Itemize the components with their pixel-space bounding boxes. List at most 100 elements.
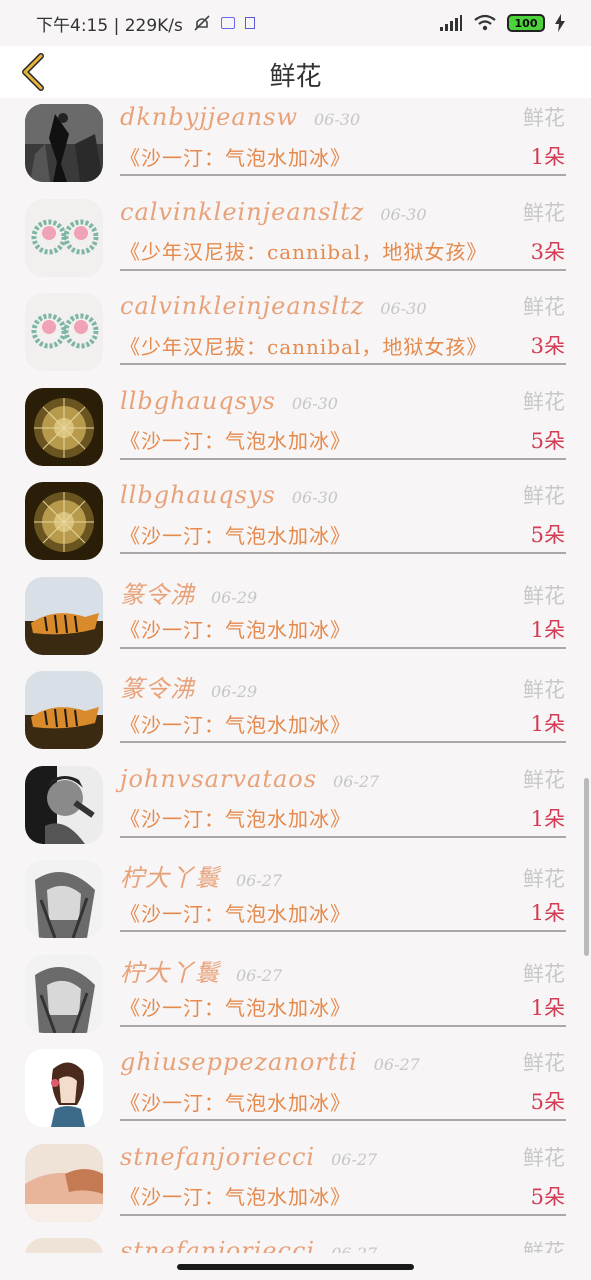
gift-type: 鲜花	[523, 484, 565, 508]
gift-type: 鲜花	[523, 1145, 565, 1170]
gift-quantity: 5朵	[530, 1184, 565, 1209]
gift-row[interactable]: ghiuseppezanortti 06-27 鲜花 《沙一汀：气泡水加冰》 5…	[0, 1043, 591, 1137]
song-line: 《沙一汀：气泡水加冰》 1朵	[120, 707, 565, 739]
gift-type: 鲜花	[523, 678, 565, 702]
avatar[interactable]	[25, 293, 103, 371]
song-line: 《沙一汀：气泡水加冰》 1朵	[120, 991, 565, 1023]
avatar[interactable]	[25, 1238, 103, 1253]
row-divider	[120, 1119, 566, 1121]
charging-icon	[555, 14, 565, 32]
avatar[interactable]	[25, 104, 103, 182]
home-indicator[interactable]	[177, 1264, 414, 1270]
song-title: 《少年汉尼拔：cannibal，地狱女孩》	[120, 334, 488, 359]
gift-row[interactable]: stnefanjoriecci 06-27 鲜花	[0, 1232, 591, 1253]
notification-icon	[220, 17, 235, 29]
sender-name[interactable]: ghiuseppezanortti	[120, 1048, 358, 1076]
gift-date: 06-29	[211, 587, 258, 607]
sender-name[interactable]: calvinkleinjeansltz	[120, 292, 364, 320]
row-divider	[120, 174, 566, 176]
name-line: 柠大丫鬟 06-27 鲜花	[120, 858, 565, 892]
sender-name[interactable]: 柠大丫鬟	[120, 953, 220, 988]
gift-quantity: 1朵	[530, 901, 565, 925]
name-line: johnvsarvataos 06-27 鲜花	[120, 764, 565, 798]
sender-name[interactable]: 篆令沸	[120, 669, 195, 704]
row-divider	[120, 268, 566, 271]
song-line: 《沙一汀：气泡水加冰》 1朵	[120, 896, 565, 928]
gift-date: 06-30	[380, 204, 427, 224]
gift-type: 鲜花	[523, 295, 565, 319]
gift-row[interactable]: llbghauqsys 06-30 鲜花 《沙一汀：气泡水加冰》 5朵	[0, 382, 591, 476]
gift-date: 06-27	[236, 965, 283, 985]
gift-quantity: 1朵	[530, 712, 565, 736]
scrollbar[interactable]	[584, 778, 589, 956]
gift-type: 鲜花	[523, 200, 565, 225]
sender-name[interactable]: stnefanjoriecci	[120, 1143, 315, 1171]
gift-row[interactable]: stnefanjoriecci 06-27 鲜花 《沙一汀：气泡水加冰》 5朵	[0, 1138, 591, 1232]
gift-row[interactable]: llbghauqsys 06-30 鲜花 《沙一汀：气泡水加冰》 5朵	[0, 476, 591, 570]
nav-bar: 鲜花	[0, 46, 591, 98]
name-line: 篆令沸 06-29 鲜花	[120, 575, 565, 609]
name-line: 柠大丫鬟 06-27 鲜花	[120, 953, 565, 987]
gift-quantity: 1朵	[530, 995, 565, 1020]
sender-name[interactable]: dknbyjjeansw	[120, 103, 298, 131]
status-left: 下午4:15 | 229K/s	[36, 11, 255, 36]
row-divider	[120, 1213, 566, 1216]
gift-row[interactable]: calvinkleinjeansltz 06-30 鲜花 《少年汉尼拔：cann…	[0, 287, 591, 381]
gift-quantity: 5朵	[530, 523, 565, 547]
gift-date: 06-30	[380, 299, 427, 318]
mute-icon	[194, 15, 210, 31]
avatar[interactable]	[25, 387, 103, 466]
avatar[interactable]	[25, 198, 103, 277]
gift-quantity: 1朵	[530, 145, 565, 169]
gift-date: 06-27	[236, 871, 283, 890]
gift-row[interactable]: johnvsarvataos 06-27 鲜花 《沙一汀：气泡水加冰》 1朵	[0, 760, 591, 854]
sender-name[interactable]: 篆令沸	[120, 575, 195, 610]
avatar[interactable]	[25, 576, 103, 655]
gift-row[interactable]: dknbyjjeansw 06-30 鲜花 《沙一汀：气泡水加冰》 1朵	[0, 98, 591, 192]
row-divider	[120, 552, 566, 554]
gift-row[interactable]: 柠大丫鬟 06-27 鲜花 《沙一汀：气泡水加冰》 1朵	[0, 949, 591, 1043]
avatar[interactable]	[25, 954, 103, 1033]
gift-row[interactable]: 篆令沸 06-29 鲜花 《沙一汀：气泡水加冰》 1朵	[0, 665, 591, 759]
page-title: 鲜花	[269, 62, 322, 92]
gift-date: 06-27	[331, 1149, 378, 1169]
avatar[interactable]	[25, 1049, 103, 1127]
sender-name[interactable]: llbghauqsys	[120, 481, 276, 509]
gift-quantity: 3朵	[530, 239, 565, 264]
status-bar: 下午4:15 | 229K/s 100	[0, 0, 591, 46]
avatar[interactable]	[25, 671, 103, 749]
name-line: llbghauqsys 06-30 鲜花	[120, 386, 565, 420]
gift-row[interactable]: 篆令沸 06-29 鲜花 《沙一汀：气泡水加冰》 1朵	[0, 571, 591, 665]
gift-quantity: 1朵	[530, 806, 565, 831]
row-divider	[120, 457, 566, 460]
sender-name[interactable]: johnvsarvataos	[120, 765, 317, 793]
gift-row[interactable]: 柠大丫鬟 06-27 鲜花 《沙一汀：气泡水加冰》 1朵	[0, 854, 591, 948]
gift-row[interactable]: calvinkleinjeansltz 06-30 鲜花 《少年汉尼拔：cann…	[0, 193, 591, 287]
row-divider	[120, 741, 566, 743]
sender-name[interactable]: calvinkleinjeansltz	[120, 198, 364, 226]
name-line: stnefanjoriecci 06-27 鲜花	[120, 1236, 565, 1253]
row-divider	[120, 363, 566, 365]
gift-quantity: 5朵	[530, 1090, 565, 1114]
song-line: 《沙一汀：气泡水加冰》 1朵	[120, 140, 565, 172]
gift-type: 鲜花	[523, 867, 565, 891]
avatar[interactable]	[25, 860, 103, 938]
song-title: 《沙一汀：气泡水加冰》	[120, 807, 351, 831]
song-title: 《沙一汀：气泡水加冰》	[120, 429, 351, 453]
avatar[interactable]	[25, 765, 103, 844]
song-line: 《沙一汀：气泡水加冰》 1朵	[120, 613, 565, 645]
sender-name[interactable]: stnefanjoriecci	[120, 1237, 315, 1253]
song-line: 《沙一汀：气泡水加冰》 5朵	[120, 518, 565, 550]
avatar[interactable]	[25, 482, 103, 560]
battery-icon: 100	[507, 14, 545, 32]
song-title: 《沙一汀：气泡水加冰》	[120, 996, 351, 1020]
sender-name[interactable]: 柠大丫鬟	[120, 858, 220, 893]
name-line: dknbyjjeansw 06-30 鲜花	[120, 102, 565, 136]
name-line: calvinkleinjeansltz 06-30 鲜花	[120, 291, 565, 325]
sender-name[interactable]: llbghauqsys	[120, 387, 276, 415]
row-divider	[120, 930, 566, 932]
avatar[interactable]	[25, 1143, 103, 1222]
gift-list[interactable]: dknbyjjeansw 06-30 鲜花 《沙一汀：气泡水加冰》 1朵 cal…	[0, 98, 591, 1253]
song-title: 《沙一汀：气泡水加冰》	[120, 712, 351, 737]
song-line: 《沙一汀：气泡水加冰》 5朵	[120, 1180, 565, 1212]
